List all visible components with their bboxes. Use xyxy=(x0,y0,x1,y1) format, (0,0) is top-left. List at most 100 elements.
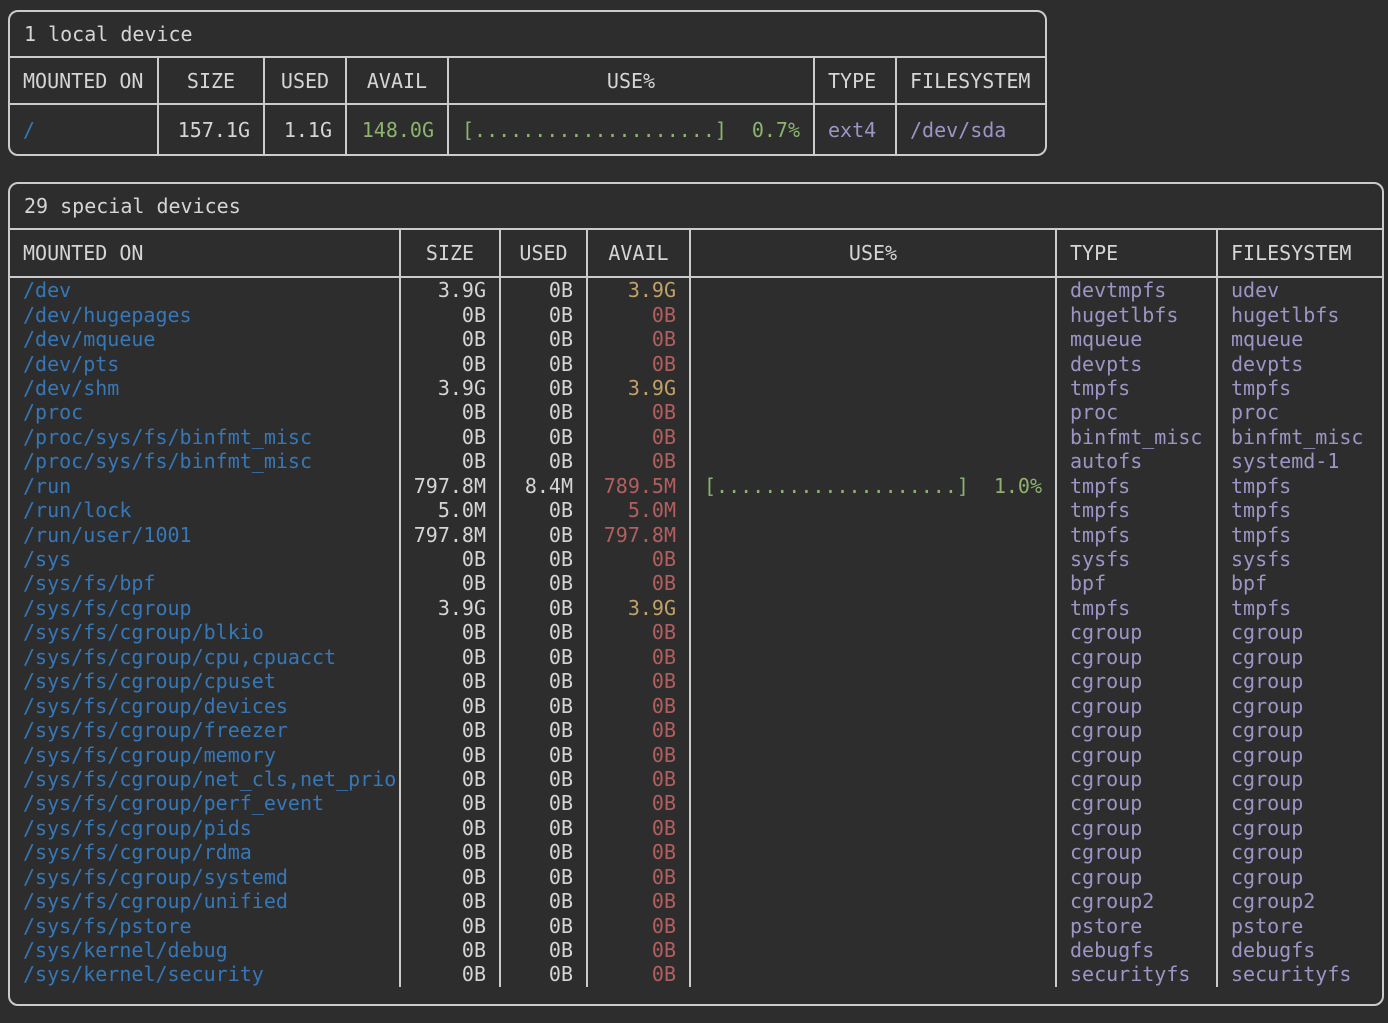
avail-cell: 0B xyxy=(588,449,691,473)
avail-cell: 0B xyxy=(588,718,691,742)
mount-point-cell: /sys/fs/cgroup/cpuset xyxy=(10,669,401,693)
usage-bar-cell xyxy=(691,327,1057,351)
filesystem-cell: hugetlbfs xyxy=(1218,302,1382,326)
device-row: /sys/fs/cgroup3.9G0B3.9Gtmpfstmpfs xyxy=(10,596,1382,620)
device-row: /sys/fs/cgroup/systemd0B0B0Bcgroupcgroup xyxy=(10,865,1382,889)
avail-cell: 0B xyxy=(588,645,691,669)
usage-bar-cell xyxy=(691,791,1057,815)
column-header-size: SIZE xyxy=(159,58,265,103)
column-header-use-pct: USE% xyxy=(449,58,815,103)
fs-type-cell: cgroup xyxy=(1057,865,1218,889)
mount-point-cell: /run/lock xyxy=(10,498,401,522)
filesystem-cell: devpts xyxy=(1218,351,1382,375)
mount-point-cell: /run xyxy=(10,474,401,498)
size-cell: 3.9G xyxy=(401,376,501,400)
mount-point-cell: / xyxy=(10,105,159,154)
avail-cell: 0B xyxy=(588,742,691,766)
avail-cell: 0B xyxy=(588,913,691,937)
used-cell: 0B xyxy=(501,327,588,351)
mount-point-cell: /sys/fs/cgroup/freezer xyxy=(10,718,401,742)
avail-cell: 0B xyxy=(588,327,691,351)
used-cell: 0B xyxy=(501,693,588,717)
device-row: /sys/fs/pstore0B0B0Bpstorepstore xyxy=(10,913,1382,937)
usage-bar-cell xyxy=(691,840,1057,864)
special-devices-body: /dev3.9G0B3.9Gdevtmpfsudev/dev/hugepages… xyxy=(10,278,1382,1000)
device-row: /dev/pts0B0B0Bdevptsdevpts xyxy=(10,351,1382,375)
column-header-avail: AVAIL xyxy=(588,230,691,276)
mount-point-cell: /sys/kernel/security xyxy=(10,962,401,986)
size-cell: 0B xyxy=(401,742,501,766)
fs-type-cell: debugfs xyxy=(1057,938,1218,962)
fs-type-cell: sysfs xyxy=(1057,547,1218,571)
fs-type-cell: securityfs xyxy=(1057,962,1218,986)
filesystem-cell: cgroup xyxy=(1218,865,1382,889)
mount-point-cell: /sys/fs/cgroup/cpu,cpuacct xyxy=(10,645,401,669)
size-cell: 0B xyxy=(401,327,501,351)
size-cell: 0B xyxy=(401,571,501,595)
usage-bar-cell xyxy=(691,669,1057,693)
mount-point-cell: /sys/fs/cgroup/unified xyxy=(10,889,401,913)
usage-bar-cell xyxy=(691,571,1057,595)
mount-point-cell: /dev/shm xyxy=(10,376,401,400)
device-row: /run/user/1001797.8M0B797.8Mtmpfstmpfs xyxy=(10,522,1382,546)
avail-cell: 0B xyxy=(588,400,691,424)
usage-bar-cell xyxy=(691,816,1057,840)
usage-bar-cell xyxy=(691,376,1057,400)
device-row: /proc/sys/fs/binfmt_misc0B0B0Bautofssyst… xyxy=(10,449,1382,473)
device-row: /sys/fs/cgroup/memory0B0B0Bcgroupcgroup xyxy=(10,742,1382,766)
device-row: /sys/fs/cgroup/cpu,cpuacct0B0B0Bcgroupcg… xyxy=(10,645,1382,669)
avail-cell: 0B xyxy=(588,302,691,326)
size-cell: 0B xyxy=(401,351,501,375)
mount-point-cell: /dev/mqueue xyxy=(10,327,401,351)
fs-type-cell: hugetlbfs xyxy=(1057,302,1218,326)
avail-cell: 789.5M xyxy=(588,474,691,498)
used-cell: 0B xyxy=(501,376,588,400)
filesystem-cell: udev xyxy=(1218,278,1382,302)
mount-point-cell: /sys/fs/cgroup/rdma xyxy=(10,840,401,864)
column-header-size: SIZE xyxy=(401,230,501,276)
avail-cell: 0B xyxy=(588,767,691,791)
filesystem-cell: cgroup xyxy=(1218,791,1382,815)
device-row: /proc0B0B0Bprocproc xyxy=(10,400,1382,424)
device-row: /sys/fs/cgroup/cpuset0B0B0Bcgroupcgroup xyxy=(10,669,1382,693)
fs-type-cell: tmpfs xyxy=(1057,596,1218,620)
usage-bar-cell xyxy=(691,718,1057,742)
local-devices-header-row: MOUNTED ON SIZE USED AVAIL USE% TYPE FIL… xyxy=(10,58,1045,105)
fs-type-cell: tmpfs xyxy=(1057,522,1218,546)
fs-type-cell: cgroup xyxy=(1057,620,1218,644)
mount-point-cell: /sys/fs/cgroup/net_cls,net_prio xyxy=(10,767,401,791)
device-row: /sys/fs/cgroup/net_cls,net_prio0B0B0Bcgr… xyxy=(10,767,1382,791)
size-cell: 3.9G xyxy=(401,278,501,302)
avail-cell: 0B xyxy=(588,620,691,644)
mount-point-cell: /dev/hugepages xyxy=(10,302,401,326)
fs-type-cell: devtmpfs xyxy=(1057,278,1218,302)
size-cell: 0B xyxy=(401,840,501,864)
used-cell: 0B xyxy=(501,865,588,889)
mount-point-cell: /sys/fs/cgroup/devices xyxy=(10,693,401,717)
mount-point-cell: /sys/fs/cgroup/pids xyxy=(10,816,401,840)
used-cell: 0B xyxy=(501,571,588,595)
avail-cell: 0B xyxy=(588,840,691,864)
special-devices-table: 29 special devices MOUNTED ON SIZE USED … xyxy=(8,182,1384,1006)
filesystem-cell: tmpfs xyxy=(1218,376,1382,400)
used-cell: 8.4M xyxy=(501,474,588,498)
filesystem-cell: tmpfs xyxy=(1218,522,1382,546)
usage-bar-cell xyxy=(691,498,1057,522)
size-cell: 3.9G xyxy=(401,596,501,620)
fs-type-cell: cgroup xyxy=(1057,791,1218,815)
usage-bar-cell xyxy=(691,425,1057,449)
device-row: /sys/fs/cgroup/pids0B0B0Bcgroupcgroup xyxy=(10,816,1382,840)
avail-cell: 3.9G xyxy=(588,278,691,302)
filesystem-cell: cgroup xyxy=(1218,840,1382,864)
size-cell: 0B xyxy=(401,669,501,693)
local-devices-title: 1 local device xyxy=(10,12,1045,58)
column-header-filesystem: FILESYSTEM xyxy=(1218,230,1382,276)
usage-bar-cell xyxy=(691,547,1057,571)
device-row: /dev/mqueue0B0B0Bmqueuemqueue xyxy=(10,327,1382,351)
used-cell: 0B xyxy=(501,498,588,522)
fs-type-cell: cgroup xyxy=(1057,669,1218,693)
used-cell: 0B xyxy=(501,791,588,815)
filesystem-cell: tmpfs xyxy=(1218,498,1382,522)
column-header-mounted-on: MOUNTED ON xyxy=(10,230,401,276)
used-cell: 0B xyxy=(501,913,588,937)
